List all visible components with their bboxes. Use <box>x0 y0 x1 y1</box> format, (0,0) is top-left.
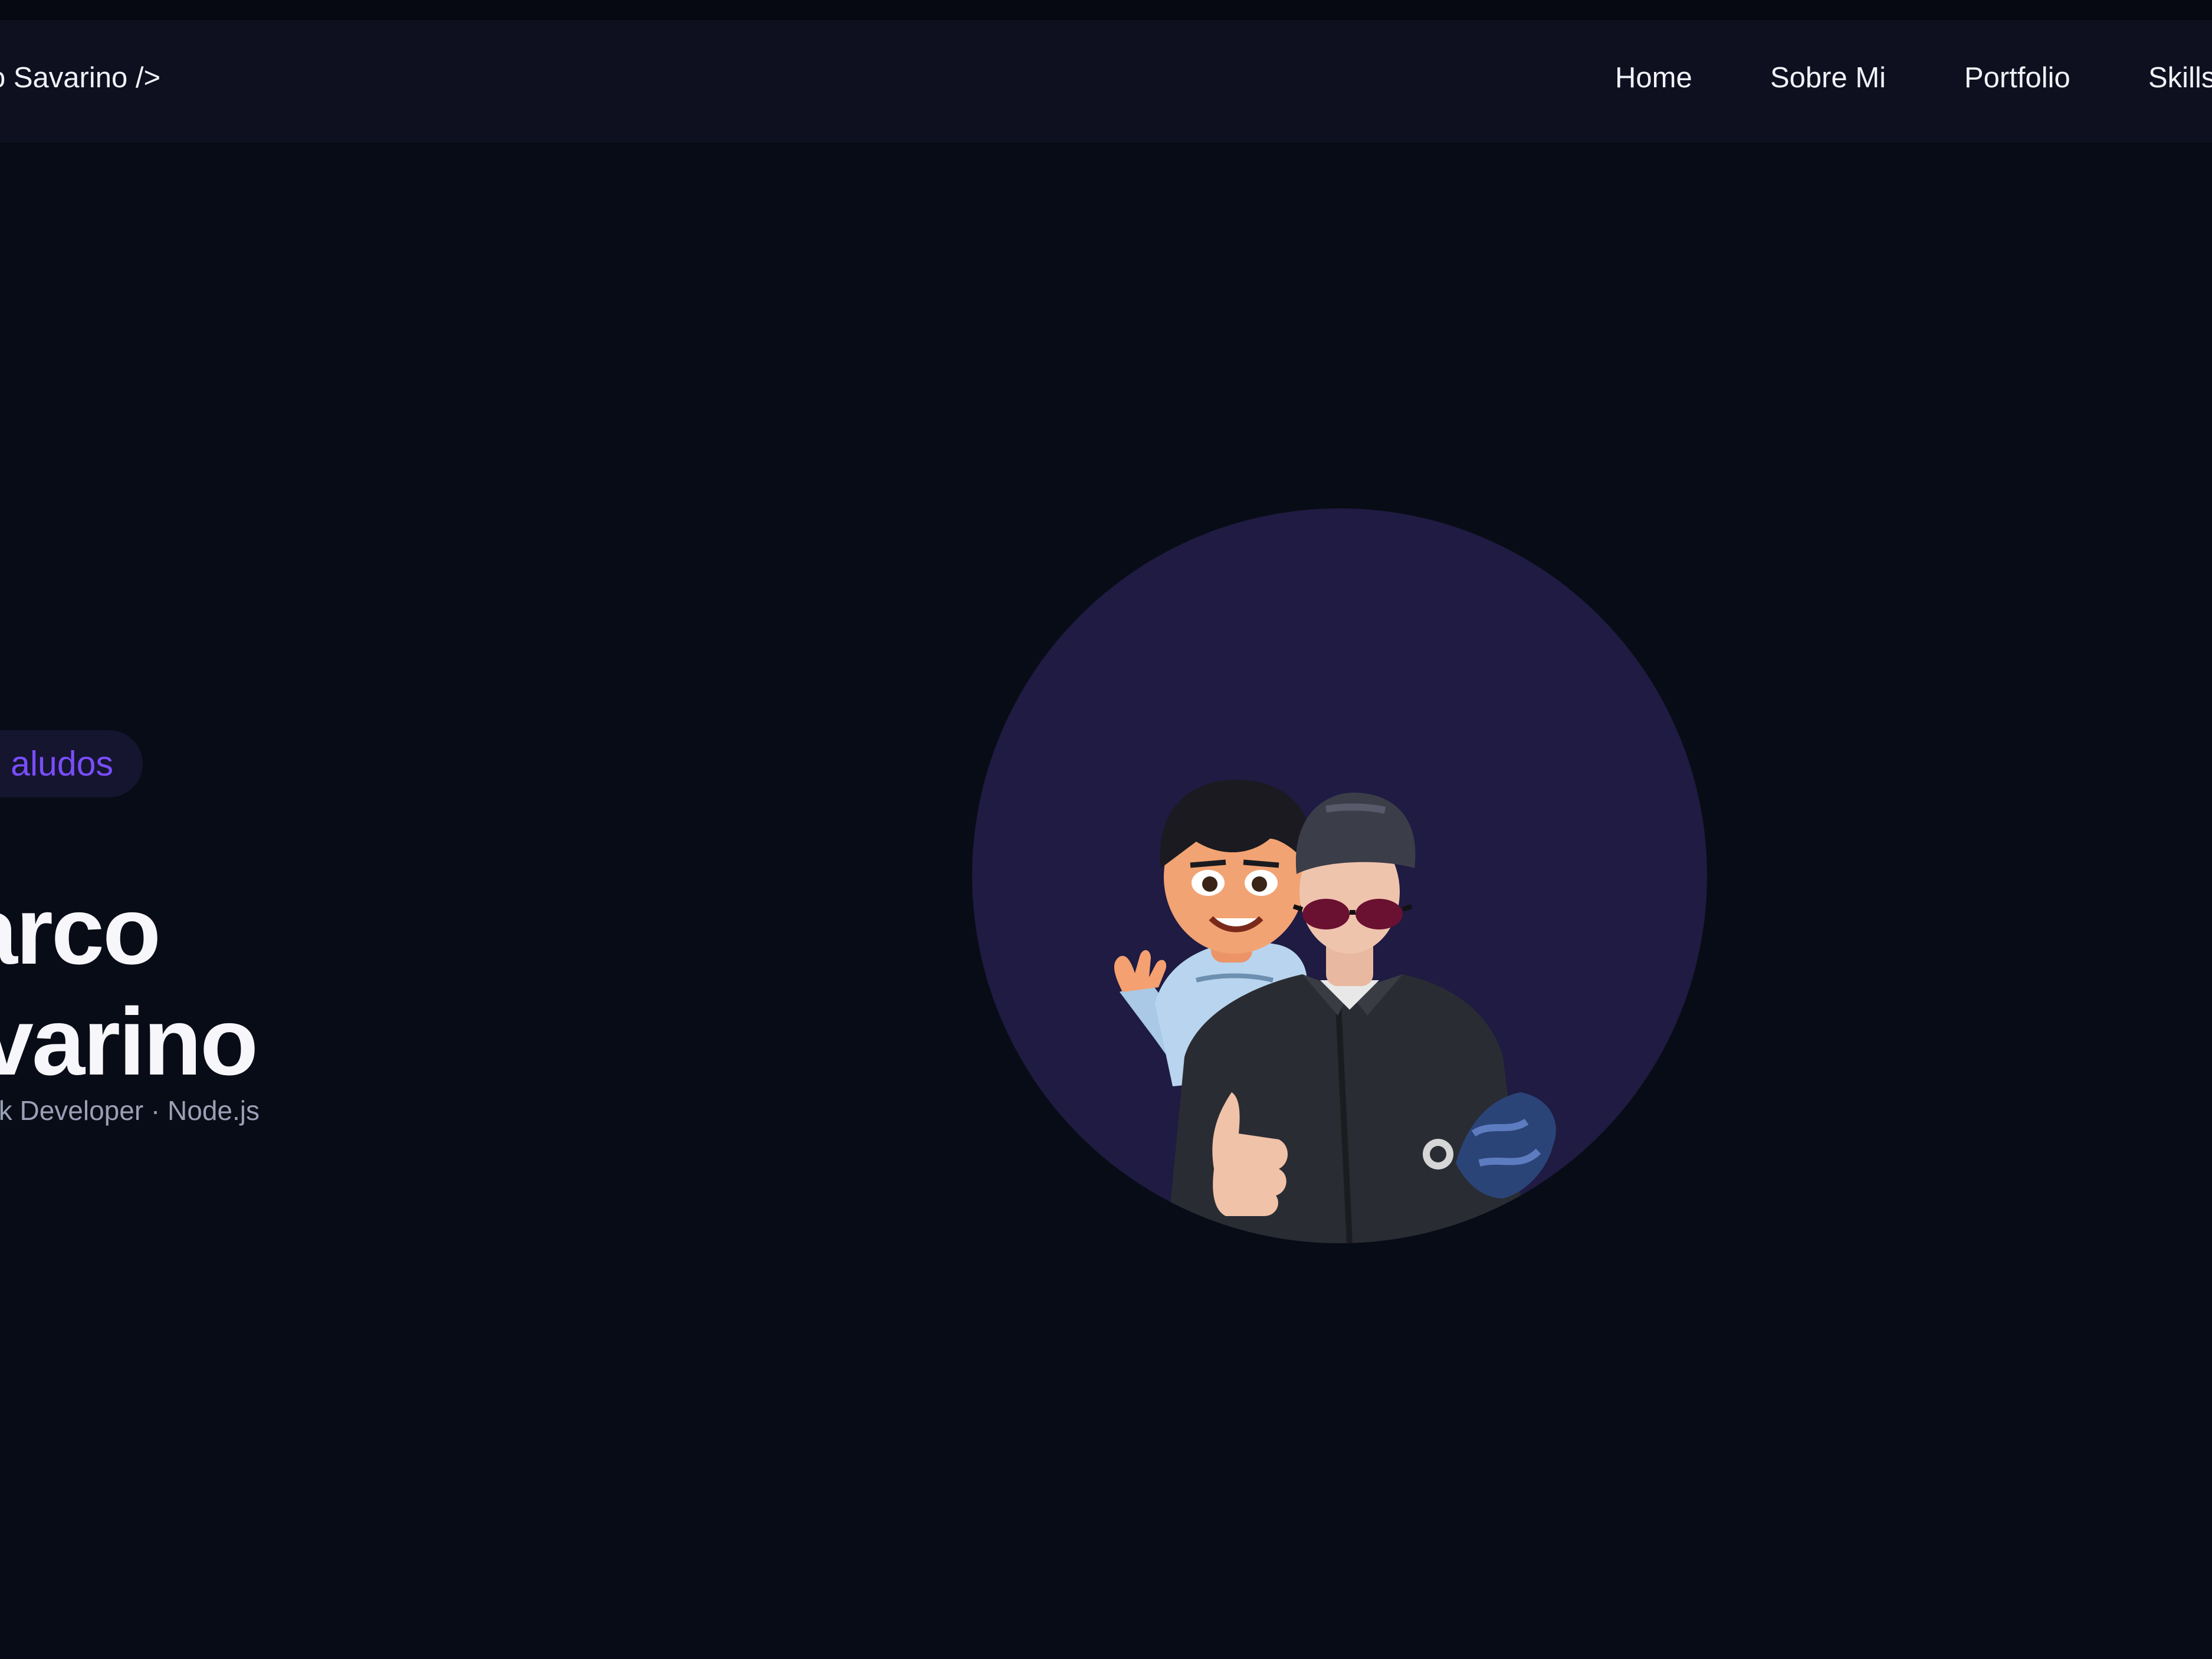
portfolio-page: o Savarino /> Home Sobre Mi Portfolio Sk… <box>0 0 2212 1659</box>
profile-avatar <box>972 508 1707 1243</box>
nav-link-portfolio[interactable]: Portfolio <box>1964 60 2070 96</box>
profile-photo-illustration <box>1114 780 1556 1243</box>
hero-subtitle: k Developer · Node.js <box>0 1095 260 1126</box>
nav-link-sobre-mi[interactable]: Sobre Mi <box>1770 60 1886 96</box>
browser-top-strip <box>0 0 2212 20</box>
greeting-badge: aludos <box>0 730 143 797</box>
hero-name-line-1: arco <box>0 878 161 984</box>
nav-link-home[interactable]: Home <box>1615 60 1692 96</box>
greeting-text: aludos <box>11 744 113 783</box>
navbar: o Savarino /> Home Sobre Mi Portfolio Sk… <box>0 20 2212 142</box>
brand-logo-text[interactable]: o Savarino /> <box>0 60 160 96</box>
nav-link-skills[interactable]: Skills <box>2148 60 2212 96</box>
hero-name-line-2: varino <box>0 988 258 1095</box>
